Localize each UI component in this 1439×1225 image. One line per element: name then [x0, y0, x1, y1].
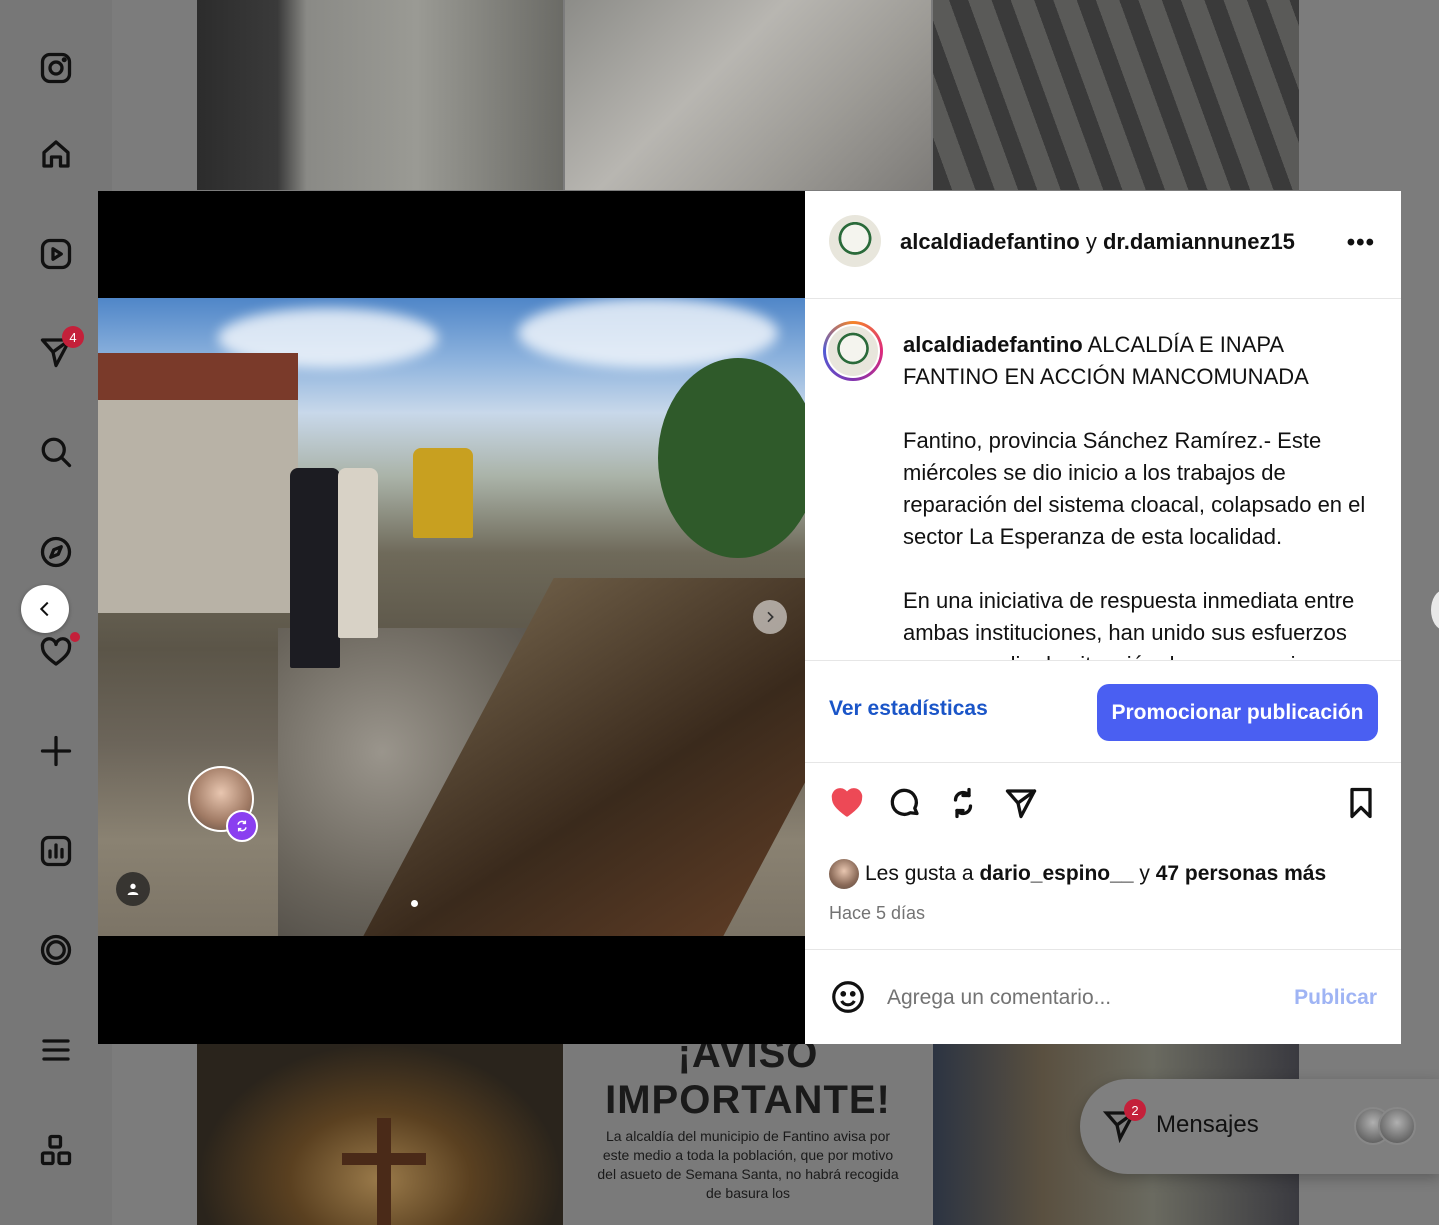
user-icon	[127, 883, 139, 895]
likes-conjunction: y	[1139, 862, 1150, 885]
caption-paragraph-2: En una iniciativa de respuesta inmediata…	[903, 588, 1355, 660]
messages-pill[interactable]: 2 Mensajes	[1080, 1079, 1439, 1174]
reels-icon[interactable]	[36, 234, 76, 274]
next-post-arrow[interactable]	[1431, 590, 1439, 630]
caption-paragraph-1: Fantino, provincia Sánchez Ramírez.- Est…	[903, 428, 1366, 549]
person	[338, 468, 378, 638]
comment-icon	[890, 788, 919, 816]
smiley-icon	[832, 981, 864, 1013]
cross-bar-shape	[342, 1153, 426, 1165]
comment-input[interactable]	[887, 978, 1267, 1018]
liker-avatar	[829, 859, 859, 889]
messages-badge: 2	[1124, 1099, 1146, 1121]
dashboard-icon[interactable]	[36, 831, 76, 871]
caption-avatar[interactable]	[823, 321, 883, 381]
house	[98, 353, 298, 613]
grid-post-4[interactable]	[197, 1043, 563, 1225]
grid-post-5[interactable]: ¡AVISO IMPORTANTE! La alcaldía del munic…	[565, 1043, 931, 1225]
grid-post-1[interactable]	[197, 0, 563, 190]
aviso-body: La alcaldía del municipio de Fantino avi…	[597, 1128, 899, 1201]
avatar[interactable]	[829, 215, 881, 267]
comment-button[interactable]	[883, 781, 927, 825]
notifications-dot	[70, 632, 80, 642]
cross-shape	[377, 1118, 391, 1225]
grid-post-2[interactable]	[565, 0, 931, 190]
more-apps-icon[interactable]	[36, 1130, 76, 1170]
messages-avatars	[1354, 1107, 1422, 1147]
collaborator-username[interactable]: dr.damiannunez15	[1103, 229, 1295, 254]
save-button[interactable]	[1339, 781, 1383, 825]
liker-username[interactable]: dario_espino__	[979, 862, 1133, 886]
excavator	[413, 448, 473, 538]
home-icon[interactable]	[36, 134, 76, 174]
author-username[interactable]: alcaldiadefantino	[900, 229, 1080, 254]
aviso-title: ¡AVISO IMPORTANTE!	[605, 1043, 891, 1122]
authors-conjunction: y	[1085, 229, 1097, 254]
messages-label: Mensajes	[1156, 1111, 1259, 1138]
comment-bar: Publicar	[805, 949, 1401, 1044]
repost-icon	[953, 787, 973, 819]
likes-others[interactable]: 47 personas más	[1156, 862, 1326, 886]
more-options-button[interactable]: •••	[1347, 229, 1375, 257]
post-authors: alcaldiadefantino y dr.damiannunez15	[900, 229, 1295, 255]
likes-prefix: Les gusta a	[865, 862, 974, 885]
create-icon[interactable]	[36, 731, 76, 771]
carousel-next-button[interactable]	[753, 600, 787, 634]
grid-post-3[interactable]	[933, 0, 1299, 190]
emoji-button[interactable]	[829, 978, 867, 1016]
post-modal: alcaldiadefantino y dr.damiannunez15 •••…	[98, 191, 1401, 1044]
post-media	[98, 191, 805, 1044]
direct-badge: 4	[62, 326, 84, 348]
share-button[interactable]	[999, 781, 1043, 825]
caption-username[interactable]: alcaldiadefantino	[903, 332, 1083, 357]
tree	[658, 358, 805, 558]
explore-icon[interactable]	[36, 532, 76, 572]
post-photo[interactable]	[98, 298, 805, 936]
promo-bar: Ver estadísticas Promocionar publicación	[805, 661, 1401, 763]
chevron-left-icon	[39, 601, 49, 617]
person	[290, 468, 340, 668]
menu-icon[interactable]	[36, 1030, 76, 1070]
instagram-logo-icon[interactable]	[36, 48, 76, 88]
profile-icon[interactable]	[36, 930, 76, 970]
publish-comment-button[interactable]: Publicar	[1294, 986, 1377, 1010]
like-button[interactable]	[825, 781, 869, 825]
bookmark-icon	[1350, 787, 1372, 819]
carousel-dot	[411, 900, 418, 907]
caption-text: alcaldiadefantino ALCALDÍA E INAPA FANTI…	[903, 329, 1373, 660]
promote-post-button[interactable]: Promocionar publicación	[1097, 684, 1378, 741]
post-time[interactable]: Hace 5 días	[829, 903, 925, 924]
avatar	[1378, 1107, 1416, 1145]
repost-button[interactable]	[941, 781, 985, 825]
likes-summary: Les gusta a dario_espino__ y 47 personas…	[829, 859, 1326, 889]
collab-badge	[226, 810, 258, 842]
post-panel: alcaldiadefantino y dr.damiannunez15 •••…	[805, 191, 1401, 1044]
send-icon	[1005, 789, 1037, 819]
post-caption: alcaldiadefantino ALCALDÍA E INAPA FANTI…	[805, 299, 1401, 661]
search-icon[interactable]	[36, 432, 76, 472]
chevron-right-icon	[767, 611, 774, 623]
repost-icon	[237, 820, 247, 832]
view-insights-link[interactable]: Ver estadísticas	[829, 697, 988, 721]
previous-post-button[interactable]	[21, 585, 69, 633]
post-header: alcaldiadefantino y dr.damiannunez15 •••	[805, 191, 1401, 299]
heart-icon	[831, 788, 863, 817]
post-actions	[805, 781, 1401, 841]
tagged-users-button[interactable]	[116, 872, 150, 906]
avatar-image	[826, 324, 880, 378]
